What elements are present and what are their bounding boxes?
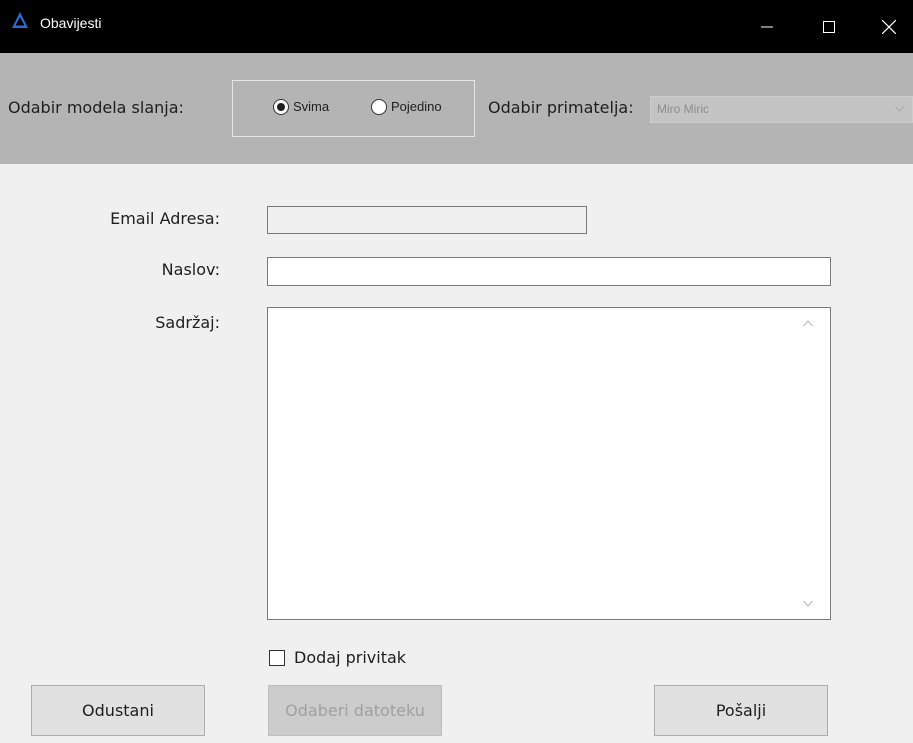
recipient-selected-value: Miro Miric (657, 102, 709, 116)
content-textarea[interactable] (267, 307, 831, 620)
minimize-icon (761, 26, 773, 27)
attach-checkbox-label[interactable]: Dodaj privitak (294, 648, 406, 668)
send-model-label: Odabir modela slanja: (8, 98, 184, 117)
radio-svima[interactable] (273, 99, 289, 115)
close-button[interactable] (866, 0, 912, 53)
radio-selected-dot (277, 103, 285, 111)
app-logo-icon (12, 12, 28, 28)
choose-file-button[interactable]: Odaberi datoteku (268, 685, 442, 736)
radio-pojedino-label[interactable]: Pojedino (391, 99, 442, 114)
scroll-up-icon[interactable] (803, 320, 813, 327)
close-icon (882, 19, 896, 34)
subject-label: Naslov: (161, 260, 220, 279)
scroll-down-icon[interactable] (803, 600, 813, 607)
maximize-button[interactable] (806, 0, 852, 53)
send-button[interactable]: Pošalji (654, 685, 828, 736)
attach-checkbox[interactable] (269, 650, 285, 666)
minimize-button[interactable] (744, 0, 790, 53)
maximize-icon (823, 20, 835, 33)
cancel-button[interactable]: Odustani (31, 685, 205, 736)
window-title: Obavijesti (40, 15, 102, 31)
recipient-label: Odabir primatelja: (488, 98, 634, 117)
recipient-select[interactable]: Miro Miric (650, 96, 913, 123)
radio-svima-label[interactable]: Svima (293, 99, 329, 114)
email-field[interactable] (267, 206, 587, 234)
subject-input[interactable] (267, 257, 831, 286)
email-label: Email Adresa: (110, 209, 220, 228)
radio-pojedino[interactable] (371, 99, 387, 115)
chevron-down-icon (895, 106, 904, 112)
content-label: Sadržaj: (155, 313, 220, 332)
